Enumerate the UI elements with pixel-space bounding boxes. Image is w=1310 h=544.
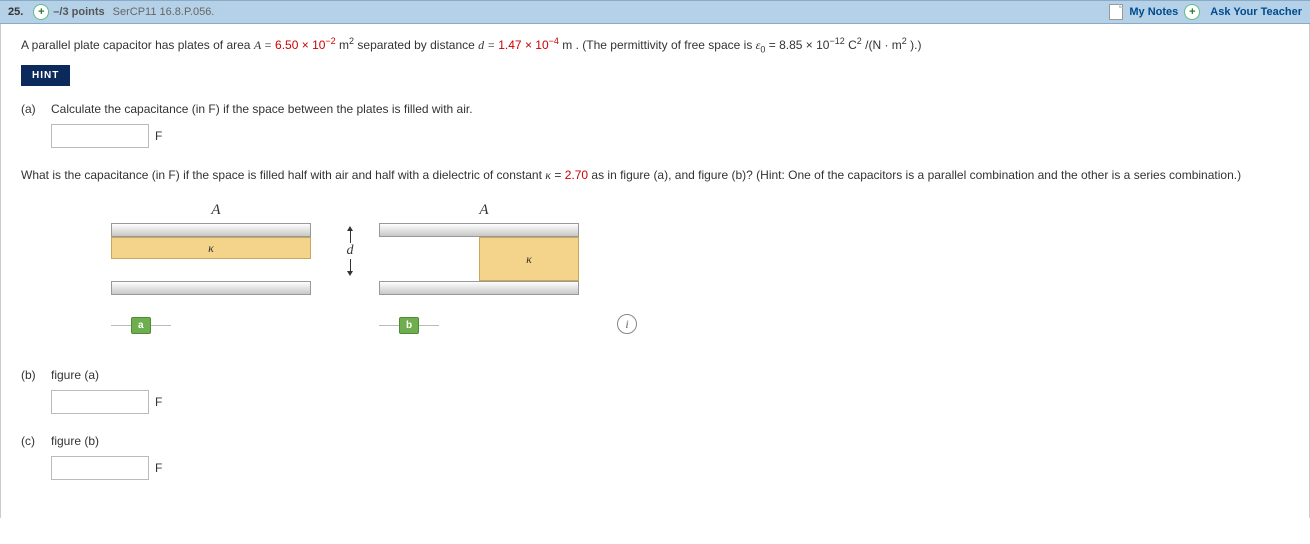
text: 2 [857,36,862,46]
plus-icon: + [1184,4,1200,20]
text: = [769,38,779,52]
text: 2 [349,36,354,46]
text: . (The permittivity of free space is [576,38,756,52]
text: A = [254,38,275,52]
question-number: 25. [8,6,23,18]
figure-a: A κ a [111,202,321,334]
fig-b-label-A: A [379,202,589,219]
part-a-text: Calculate the capacitance (in F) if the … [51,102,473,116]
text: What is the capacitance (in F) if the sp… [21,168,545,182]
fig-tag-b: b [399,317,419,334]
value-d: 1.47 × 10−4 [498,38,562,52]
text: /(N · m [865,38,902,52]
part-b: (b) figure (a) [21,368,1289,382]
question-body: A parallel plate capacitor has plates of… [0,24,1310,518]
paragraph-2: What is the capacitance (in F) if the sp… [21,166,1289,184]
answer-row-a: F [51,124,1289,148]
text: d = [478,38,498,52]
ask-teacher-link[interactable]: Ask Your Teacher [1210,6,1302,18]
text: as in figure (a), and figure (b)? (Hint:… [591,168,1241,182]
part-a-label: (a) [21,102,51,116]
note-icon [1109,4,1123,20]
unit-b: F [155,395,162,409]
text: 6.50 × 10 [275,38,325,52]
points-label: –/3 points [53,6,104,18]
text: m [339,38,349,52]
text: ).) [910,38,921,52]
part-c-text: figure (b) [51,434,99,448]
answer-row-c: F [51,456,1289,480]
answer-row-b: F [51,390,1289,414]
text: C [848,38,857,52]
problem-statement: A parallel plate capacitor has plates of… [21,38,1289,53]
text: 2 [902,36,907,46]
distance-d-indicator: d [341,202,359,276]
answer-input-c[interactable] [51,456,149,480]
text: −12 [829,36,844,46]
text: = [554,168,564,182]
text: 1.47 × 10 [498,38,548,52]
d-label: d [347,243,354,259]
text: −4 [549,36,559,46]
expand-icon[interactable]: + [33,4,49,20]
part-c-label: (c) [21,434,51,448]
value-A: 6.50 × 10−2 [275,38,339,52]
fig-tag-a: a [131,317,151,334]
unit-a: F [155,129,162,143]
answer-input-b[interactable] [51,390,149,414]
figure-b: A κ b [379,202,589,334]
header-right: My Notes + Ask Your Teacher [1109,4,1302,20]
text: A parallel plate capacitor has plates of… [21,38,254,52]
question-header: 25. + –/3 points SerCP11 16.8.P.056. My … [0,0,1310,24]
text: κ [545,168,551,182]
figures: A κ a d [111,202,1289,334]
unit-c: F [155,461,162,475]
answer-input-a[interactable] [51,124,149,148]
text: m [562,38,572,52]
part-b-label: (b) [21,368,51,382]
part-a: (a) Calculate the capacitance (in F) if … [21,102,1289,116]
hint-button[interactable]: HINT [21,65,70,86]
fig-b-kappa: κ [526,252,532,267]
fig-a-label-A: A [111,202,321,219]
info-icon[interactable]: i [617,314,637,334]
part-b-text: figure (a) [51,368,99,382]
text: separated by distance [357,38,478,52]
part-c: (c) figure (b) [21,434,1289,448]
my-notes-link[interactable]: My Notes [1129,6,1178,18]
text: 0 [760,44,765,54]
text: 8.85 × 10 [779,38,829,52]
text: −2 [325,36,335,46]
value-kappa: 2.70 [565,168,588,182]
problem-id: SerCP11 16.8.P.056. [113,6,215,18]
fig-a-kappa: κ [208,241,214,256]
